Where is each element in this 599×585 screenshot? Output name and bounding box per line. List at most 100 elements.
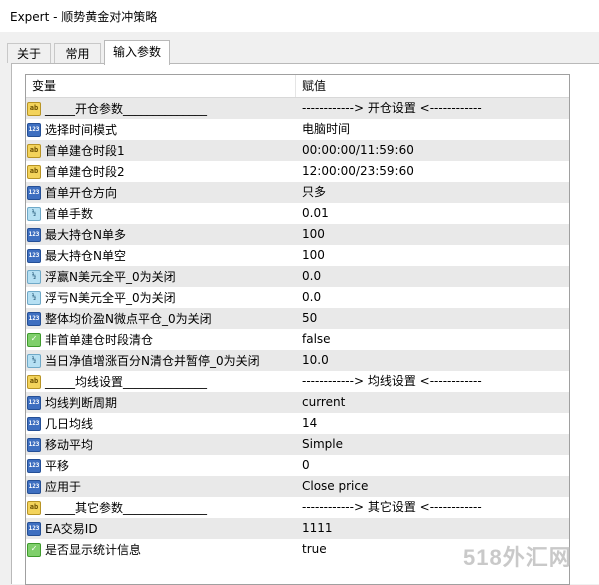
parameter-name: 选择时间模式 <box>45 123 118 137</box>
parameter-name-cell: ab _____均线设置______________ <box>26 371 296 392</box>
parameter-name: 应用于 <box>45 480 82 494</box>
table-row[interactable]: 123 最大持仓N单多 100 <box>26 224 569 245</box>
table-row[interactable]: 123 移动平均 Simple <box>26 434 569 455</box>
double-type-icon: ½ <box>27 353 41 368</box>
parameter-name-cell: 123 平移 <box>26 455 296 476</box>
table-row[interactable]: ab _____均线设置______________ ------------> 均… <box>26 371 569 392</box>
parameter-name-cell: 123 最大持仓N单多 <box>26 224 296 245</box>
parameter-name: 几日均线 <box>45 417 94 431</box>
parameter-name-cell: 123 均线判断周期 <box>26 392 296 413</box>
table-row[interactable]: ½ 当日净值增涨百分N清仓并暂停_0为关闭 10.0 <box>26 350 569 371</box>
parameter-name: 首单手数 <box>45 207 94 221</box>
parameter-name: 当日净值增涨百分N清仓并暂停_0为关闭 <box>45 354 260 368</box>
parameter-name: _____其它参数______________ <box>45 501 208 515</box>
table-row[interactable]: 123 均线判断周期 current <box>26 392 569 413</box>
window-titlebar: Expert - 顺势黄金对冲策略 <box>0 0 599 32</box>
integer-type-icon: 123 <box>27 416 41 431</box>
table-row[interactable]: ab _____开仓参数______________ ------------> 开… <box>26 98 569 119</box>
parameter-value[interactable]: 100 <box>296 245 569 266</box>
integer-type-icon: 123 <box>27 395 41 410</box>
parameter-name: 均线判断周期 <box>45 396 118 410</box>
parameter-name: 平移 <box>45 459 70 473</box>
parameter-name-cell: 123 应用于 <box>26 476 296 497</box>
table-row[interactable]: 123 平移 0 <box>26 455 569 476</box>
column-header-variable[interactable]: 变量 <box>26 75 296 97</box>
table-row[interactable]: 123 首单开仓方向 只多 <box>26 182 569 203</box>
parameter-value[interactable]: 00:00:00/11:59:60 <box>296 140 569 161</box>
parameter-name: EA交易ID <box>45 522 98 536</box>
boolean-type-icon: ✓ <box>27 542 41 557</box>
tab-common[interactable]: 常用 <box>54 43 101 63</box>
table-row[interactable]: 123 EA交易ID 1111 <box>26 518 569 539</box>
table-row[interactable]: 123 几日均线 14 <box>26 413 569 434</box>
integer-type-icon: 123 <box>27 437 41 452</box>
string-type-icon: ab <box>27 374 41 389</box>
input-params-panel: 变量 赋值 ab _____开仓参数______________ ---------… <box>11 63 599 585</box>
integer-type-icon: 123 <box>27 185 41 200</box>
parameter-name-cell: ½ 当日净值增涨百分N清仓并暂停_0为关闭 <box>26 350 296 371</box>
table-row[interactable]: ab _____其它参数______________ ------------> 其… <box>26 497 569 518</box>
parameter-value[interactable]: 只多 <box>296 182 569 203</box>
parameter-name: 浮赢N美元全平_0为关闭 <box>45 270 176 284</box>
parameter-name: 首单建仓时段2 <box>45 165 125 179</box>
double-type-icon: ½ <box>27 269 41 284</box>
parameter-value[interactable]: 14 <box>296 413 569 434</box>
parameter-name-cell: ½ 浮赢N美元全平_0为关闭 <box>26 266 296 287</box>
parameter-value[interactable]: Close price <box>296 476 569 497</box>
parameter-value[interactable]: current <box>296 392 569 413</box>
parameter-name-cell: 123 EA交易ID <box>26 518 296 539</box>
parameter-name: 首单开仓方向 <box>45 186 118 200</box>
table-row[interactable]: 123 最大持仓N单空 100 <box>26 245 569 266</box>
table-row[interactable]: 123 整体均价盈N微点平仓_0为关闭 50 <box>26 308 569 329</box>
string-type-icon: ab <box>27 500 41 515</box>
parameter-value[interactable]: 0.01 <box>296 203 569 224</box>
table-row[interactable]: 123 选择时间模式 电脑时间 <box>26 119 569 140</box>
tab-input-params[interactable]: 输入参数 <box>104 40 170 65</box>
parameter-name-cell: ab 首单建仓时段2 <box>26 161 296 182</box>
parameter-value[interactable]: 0.0 <box>296 287 569 308</box>
table-row[interactable]: ½ 浮赢N美元全平_0为关闭 0.0 <box>26 266 569 287</box>
parameter-value[interactable]: 1111 <box>296 518 569 539</box>
parameter-name-cell: ab _____开仓参数______________ <box>26 98 296 119</box>
parameter-value[interactable]: 50 <box>296 308 569 329</box>
parameter-name-cell: ½ 浮亏N美元全平_0为关闭 <box>26 287 296 308</box>
parameter-value[interactable]: Simple <box>296 434 569 455</box>
parameter-name: 最大持仓N单多 <box>45 228 126 242</box>
string-type-icon: ab <box>27 101 41 116</box>
column-header-value[interactable]: 赋值 <box>296 75 569 97</box>
table-row[interactable]: ab 首单建仓时段2 12:00:00/23:59:60 <box>26 161 569 182</box>
parameter-name-cell: 123 移动平均 <box>26 434 296 455</box>
double-type-icon: ½ <box>27 206 41 221</box>
parameter-value[interactable]: false <box>296 329 569 350</box>
watermark: 518外汇网 <box>463 545 572 570</box>
parameters-table: 变量 赋值 ab _____开仓参数______________ ---------… <box>25 74 570 585</box>
table-row[interactable]: ½ 首单手数 0.01 <box>26 203 569 224</box>
parameter-value[interactable]: ------------> 均线设置 <------------ <box>296 371 569 392</box>
parameter-name: 整体均价盈N微点平仓_0为关闭 <box>45 312 212 326</box>
parameter-value[interactable]: 0.0 <box>296 266 569 287</box>
parameter-value[interactable]: 10.0 <box>296 350 569 371</box>
parameter-name-cell: ✓ 非首单建仓时段清仓 <box>26 329 296 350</box>
parameter-name-cell: 123 首单开仓方向 <box>26 182 296 203</box>
parameter-name: 是否显示统计信息 <box>45 543 142 557</box>
table-row[interactable]: ab 首单建仓时段1 00:00:00/11:59:60 <box>26 140 569 161</box>
parameter-value[interactable]: ------------> 开仓设置 <------------ <box>296 98 569 119</box>
boolean-type-icon: ✓ <box>27 332 41 347</box>
parameter-value[interactable]: 0 <box>296 455 569 476</box>
parameter-name-cell: ab _____其它参数______________ <box>26 497 296 518</box>
tab-bar: 关于 常用 输入参数 <box>0 40 599 65</box>
table-body: ab _____开仓参数______________ ------------> 开… <box>26 98 569 560</box>
parameter-name-cell: 123 选择时间模式 <box>26 119 296 140</box>
table-row[interactable]: ✓ 非首单建仓时段清仓 false <box>26 329 569 350</box>
parameter-value[interactable]: ------------> 其它设置 <------------ <box>296 497 569 518</box>
parameter-value[interactable]: 电脑时间 <box>296 119 569 140</box>
tab-about[interactable]: 关于 <box>7 43 51 63</box>
parameter-value[interactable]: 100 <box>296 224 569 245</box>
parameter-name: 移动平均 <box>45 438 94 452</box>
table-row[interactable]: 123 应用于 Close price <box>26 476 569 497</box>
parameter-name: 浮亏N美元全平_0为关闭 <box>45 291 176 305</box>
parameter-name: 首单建仓时段1 <box>45 144 125 158</box>
table-row[interactable]: ½ 浮亏N美元全平_0为关闭 0.0 <box>26 287 569 308</box>
parameter-value[interactable]: 12:00:00/23:59:60 <box>296 161 569 182</box>
integer-type-icon: 123 <box>27 227 41 242</box>
